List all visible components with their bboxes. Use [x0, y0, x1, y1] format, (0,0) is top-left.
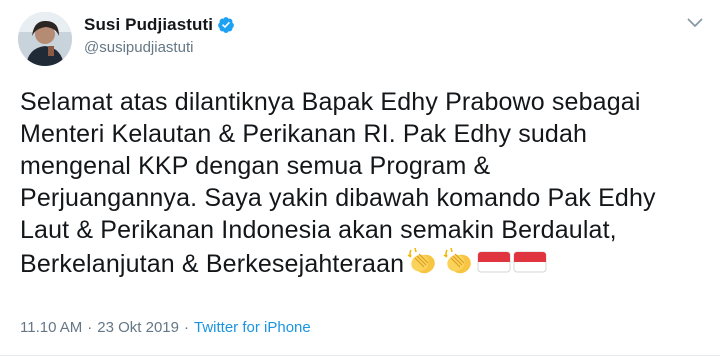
tweet-line: Selamat atas dilantiknya Bapak Edhy Prab…: [20, 88, 641, 116]
tweet-text: Selamat atas dilantiknya Bapak Edhy Prab…: [20, 86, 710, 278]
user-names: Susi Pudjiastuti @susipudjiastuti: [84, 10, 235, 56]
verified-badge-icon: [217, 16, 235, 34]
display-name[interactable]: Susi Pudjiastuti: [84, 15, 213, 35]
tweet-source-link[interactable]: Twitter for iPhone: [194, 319, 311, 336]
tweet-line: Perjuangannya. Saya yakin dibawah komand…: [20, 184, 656, 212]
tweet-meta: 11.10 AM · 23 Okt 2019 · Twitter for iPh…: [20, 316, 311, 338]
tweet-line: mengenal KKP dengan semua Program &: [20, 152, 491, 180]
clapping-hands-emoji-icon: [441, 246, 475, 276]
tweet-header: Susi Pudjiastuti @susipudjiastuti: [18, 10, 235, 74]
indonesia-flag-emoji-icon: [477, 246, 511, 276]
tweet-time[interactable]: 11.10 AM: [20, 319, 82, 336]
tweet-line: Laut & Perikanan Indonesia akan semakin …: [20, 216, 617, 244]
chevron-down-icon[interactable]: [684, 12, 706, 34]
tweet-line: Menteri Kelautan & Perikanan RI. Pak Edh…: [20, 120, 588, 148]
meta-separator: ·: [184, 318, 189, 336]
clapping-hands-emoji-icon: [405, 246, 439, 276]
tweet-line-text: Berkelanjutan & Berkesejahteraan: [20, 250, 405, 278]
avatar[interactable]: [18, 12, 72, 66]
name-row: Susi Pudjiastuti: [84, 14, 235, 36]
emoji-group: [405, 246, 549, 276]
tweet-date[interactable]: 23 Okt 2019: [97, 319, 179, 336]
tweet-card: Susi Pudjiastuti @susipudjiastuti Selama…: [0, 0, 720, 356]
indonesia-flag-emoji-icon: [513, 246, 547, 276]
user-handle[interactable]: @susipudjiastuti: [84, 39, 235, 56]
meta-separator: ·: [87, 318, 93, 336]
tweet-line-last: Berkelanjutan & Berkesejahteraan: [20, 246, 710, 278]
